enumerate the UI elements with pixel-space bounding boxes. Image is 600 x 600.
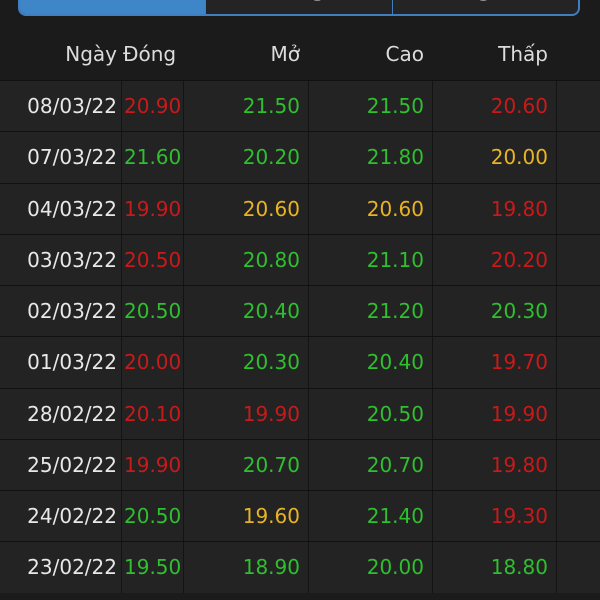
high-cell: 21.20 [308, 286, 432, 337]
row-edge [556, 439, 600, 490]
row-edge [556, 388, 600, 439]
date-cell: 07/03/22 [27, 145, 117, 170]
date-cell: 23/02/22 [27, 555, 117, 580]
high-cell: 21.40 [308, 491, 432, 542]
date-cell: 03/03/22 [27, 247, 117, 272]
low-cell: 19.80 [432, 183, 556, 234]
low-cell: 19.80 [432, 439, 556, 490]
header-edge [556, 28, 600, 80]
close-cell: 20.90 [121, 81, 183, 132]
header-date[interactable]: Ngày [0, 28, 121, 80]
row-edge [556, 286, 600, 337]
high-cell: 21.10 [308, 234, 432, 285]
table-body: 08/03/22 20.90 21.50 21.50 20.60 07/03/2… [0, 80, 600, 593]
low-cell: 20.00 [432, 132, 556, 183]
open-cell: 20.40 [183, 286, 308, 337]
date-cell: 01/03/22 [27, 350, 117, 375]
close-cell: 19.90 [121, 183, 183, 234]
low-cell: 18.80 [432, 542, 556, 593]
row-edge [556, 542, 600, 593]
open-cell: 19.90 [183, 388, 308, 439]
tab-price[interactable]: Giá [20, 0, 206, 14]
open-cell: 20.20 [183, 132, 308, 183]
row-edge [556, 337, 600, 388]
open-cell: 19.60 [183, 491, 308, 542]
close-cell: 20.50 [121, 234, 183, 285]
date-cell: 08/03/22 [27, 94, 117, 119]
high-cell: 20.00 [308, 542, 432, 593]
low-cell: 19.90 [432, 388, 556, 439]
high-cell: 20.70 [308, 439, 432, 490]
open-cell: 21.50 [183, 81, 308, 132]
table-row[interactable]: 28/02/22 20.10 19.90 20.50 19.90 [0, 387, 600, 439]
table-row[interactable]: 03/03/22 20.50 20.80 21.10 20.20 [0, 233, 600, 285]
table-row[interactable]: 01/03/22 20.00 20.30 20.40 19.70 [0, 336, 600, 388]
table-header: Ngày Đóng Mở Cao Thấp [0, 28, 600, 80]
open-cell: 20.30 [183, 337, 308, 388]
open-cell: 20.70 [183, 439, 308, 490]
date-cell: 25/02/22 [27, 452, 117, 477]
row-edge [556, 491, 600, 542]
high-cell: 21.50 [308, 81, 432, 132]
high-cell: 20.40 [308, 337, 432, 388]
header-close[interactable]: Đóng [121, 28, 183, 80]
segmented-tabs: Giá Nước ngoài Cung cầu [18, 0, 580, 16]
header-high[interactable]: Cao [308, 28, 432, 80]
close-cell: 19.90 [121, 439, 183, 490]
price-history-table: Ngày Đóng Mở Cao Thấp 08/03/22 20.90 21.… [0, 28, 600, 593]
date-cell: 02/03/22 [27, 299, 117, 324]
row-edge [556, 81, 600, 132]
row-edge [556, 183, 600, 234]
row-edge [556, 132, 600, 183]
high-cell: 20.60 [308, 183, 432, 234]
table-row[interactable]: 23/02/22 19.50 18.90 20.00 18.80 [0, 541, 600, 593]
close-cell: 21.60 [121, 132, 183, 183]
close-cell: 20.50 [121, 286, 183, 337]
table-row[interactable]: 02/03/22 20.50 20.40 21.20 20.30 [0, 285, 600, 337]
table-row[interactable]: 25/02/22 19.90 20.70 20.70 19.80 [0, 438, 600, 490]
header-open[interactable]: Mở [183, 28, 308, 80]
open-cell: 20.80 [183, 234, 308, 285]
low-cell: 19.30 [432, 491, 556, 542]
table-row[interactable]: 07/03/22 21.60 20.20 21.80 20.00 [0, 131, 600, 183]
high-cell: 21.80 [308, 132, 432, 183]
close-cell: 20.00 [121, 337, 183, 388]
header-low[interactable]: Thấp [432, 28, 556, 80]
date-cell: 04/03/22 [27, 196, 117, 221]
open-cell: 18.90 [183, 542, 308, 593]
close-cell: 19.50 [121, 542, 183, 593]
close-cell: 20.50 [121, 491, 183, 542]
close-cell: 20.10 [121, 388, 183, 439]
open-cell: 20.60 [183, 183, 308, 234]
tab-foreign[interactable]: Nước ngoài [205, 0, 391, 14]
table-row[interactable]: 08/03/22 20.90 21.50 21.50 20.60 [0, 80, 600, 132]
date-cell: 28/02/22 [27, 401, 117, 426]
table-row[interactable]: 24/02/22 20.50 19.60 21.40 19.30 [0, 490, 600, 542]
tab-supply-demand[interactable]: Cung cầu [391, 0, 578, 14]
row-edge [556, 234, 600, 285]
low-cell: 19.70 [432, 337, 556, 388]
low-cell: 20.30 [432, 286, 556, 337]
table-row[interactable]: 04/03/22 19.90 20.60 20.60 19.80 [0, 182, 600, 234]
low-cell: 20.20 [432, 234, 556, 285]
price-history-screen: Giá Nước ngoài Cung cầu Ngày Đóng Mở Cao… [0, 0, 600, 600]
high-cell: 20.50 [308, 388, 432, 439]
low-cell: 20.60 [432, 81, 556, 132]
date-cell: 24/02/22 [27, 504, 117, 529]
